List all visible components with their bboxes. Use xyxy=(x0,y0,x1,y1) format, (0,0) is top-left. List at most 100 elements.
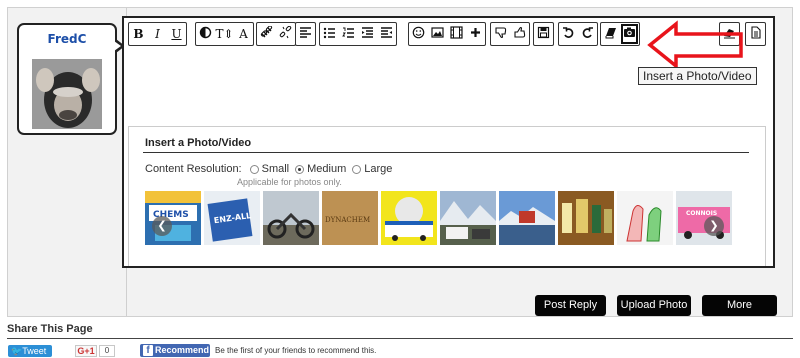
radio-dot[interactable] xyxy=(249,164,259,174)
avatar[interactable] xyxy=(32,59,102,129)
toolbar-group: BIU xyxy=(128,22,187,46)
post-reply-button[interactable]: Post Reply xyxy=(535,295,606,316)
indent-button[interactable] xyxy=(377,23,396,45)
upload-photo-button[interactable]: Upload Photo xyxy=(617,295,691,316)
insert-more-button[interactable] xyxy=(466,23,485,45)
thumb-pink-van[interactable]: CONNOIS xyxy=(676,191,732,245)
thumb-chemsource[interactable]: CHEMS xyxy=(145,191,201,245)
undo-icon xyxy=(562,26,575,42)
tweet-label: Tweet xyxy=(22,346,47,356)
resolution-note: Applicable for photos only. xyxy=(237,177,342,187)
insert-photo-tooltip: Insert a Photo/Video xyxy=(638,67,757,85)
redo-icon xyxy=(581,26,594,42)
google-plus-button[interactable]: G+1 xyxy=(75,345,97,357)
radio-label: Large xyxy=(364,163,393,175)
thumbs-down-button[interactable] xyxy=(491,23,510,45)
save-draft-button[interactable] xyxy=(534,23,553,45)
outdent-button[interactable] xyxy=(358,23,377,45)
insert-photo-pane: Insert a Photo/Video Content Resolution:… xyxy=(128,126,766,266)
photo-pane-title: Insert a Photo/Video xyxy=(145,137,252,149)
tweet-button[interactable]: 🐦Tweet xyxy=(8,345,52,357)
align-left-icon xyxy=(299,26,312,42)
photo-carousel: CHEMS ENZ-ALL DYNACHEM CONNOIS xyxy=(145,191,732,245)
camera-icon xyxy=(623,26,636,42)
unlink-button[interactable] xyxy=(276,23,295,45)
numbered-list-button[interactable] xyxy=(339,23,358,45)
thumb-motorcycle[interactable] xyxy=(263,191,319,245)
thumb-dynachem[interactable]: DYNACHEM xyxy=(322,191,378,245)
image-icon xyxy=(431,26,444,42)
share-title: Share This Page xyxy=(7,323,93,335)
resolution-medium-radio[interactable]: Medium xyxy=(295,163,346,175)
align-button[interactable] xyxy=(296,23,315,45)
resolution-large-radio[interactable]: Large xyxy=(352,163,392,175)
color-button[interactable] xyxy=(196,23,215,45)
toolbar-group xyxy=(533,22,554,46)
film-icon xyxy=(450,26,463,42)
resolution-row: Content Resolution: Small Medium Large xyxy=(145,163,398,175)
book-button[interactable] xyxy=(601,23,620,45)
radio-label: Medium xyxy=(307,163,347,175)
media-button[interactable] xyxy=(447,23,466,45)
smilie-button[interactable] xyxy=(409,23,428,45)
toolbar-group xyxy=(256,22,296,46)
toolbar-group xyxy=(558,22,598,46)
message-editor[interactable]: B I U T⇕ A Insert a Photo/Video Content Reso… xyxy=(122,16,775,268)
thumb-enz-all[interactable]: ENZ-ALL xyxy=(204,191,260,245)
toolbar-group xyxy=(600,22,640,46)
toolbar-group xyxy=(745,22,766,46)
undo-button[interactable] xyxy=(559,23,578,45)
image-button[interactable] xyxy=(428,23,447,45)
user-card: FredC xyxy=(17,23,125,135)
underline-button[interactable]: U xyxy=(167,23,186,45)
toolbar-group xyxy=(295,22,316,46)
thumb-cartoon[interactable] xyxy=(617,191,673,245)
share-divider xyxy=(7,338,793,339)
thumb-mountain-trucks[interactable] xyxy=(440,191,496,245)
resolution-small-radio[interactable]: Small xyxy=(249,163,290,175)
thumbs-up-button[interactable] xyxy=(510,23,529,45)
thumb-up-icon xyxy=(513,26,526,42)
book-icon xyxy=(604,26,617,42)
floppy-icon xyxy=(537,26,550,42)
carousel-next-button[interactable]: ❯ xyxy=(704,216,724,236)
document-button[interactable] xyxy=(746,23,765,45)
indent-icon xyxy=(380,26,393,42)
google-plus-count: 0 xyxy=(99,345,115,357)
plus-icon xyxy=(469,26,482,42)
ul-icon xyxy=(323,26,336,42)
facebook-recommend-text: Be the first of your friends to recommen… xyxy=(215,346,377,355)
bullet-list-button[interactable] xyxy=(320,23,339,45)
thumb-bottles[interactable] xyxy=(558,191,614,245)
font-size-button[interactable]: T⇕ xyxy=(215,23,234,45)
username[interactable]: FredC xyxy=(19,32,115,46)
link-button[interactable] xyxy=(257,23,276,45)
toolbar-group xyxy=(319,22,397,46)
italic-button[interactable]: I xyxy=(148,23,167,45)
bold-button[interactable]: B xyxy=(129,23,148,45)
unlink-icon xyxy=(279,25,292,42)
radio-dot[interactable] xyxy=(352,164,362,174)
facebook-recommend-label: Recommend xyxy=(155,345,210,355)
toolbar-group xyxy=(490,22,530,46)
ol-icon xyxy=(342,26,355,42)
radio-label: Small xyxy=(261,163,290,175)
smile-icon xyxy=(412,26,425,42)
half-circle-icon xyxy=(199,26,212,42)
facebook-icon: f xyxy=(143,345,153,356)
thumb-lake-mountains[interactable] xyxy=(499,191,555,245)
svg-text:DYNACHEM: DYNACHEM xyxy=(325,216,370,224)
thumb-down-icon xyxy=(494,26,507,42)
insert-photo-button[interactable] xyxy=(620,23,639,45)
redo-button[interactable] xyxy=(578,23,597,45)
font-button[interactable]: A xyxy=(234,23,253,45)
outdent-icon xyxy=(361,26,374,42)
facebook-recommend-button[interactable]: f Recommend xyxy=(140,344,210,357)
twitter-bird-icon: 🐦 xyxy=(11,346,23,356)
more-options-button[interactable]: More Options... xyxy=(702,295,777,332)
doc-icon xyxy=(749,26,762,42)
carousel-prev-button[interactable]: ❮ xyxy=(152,216,172,236)
toolbar-group: T⇕ A xyxy=(195,22,254,46)
thumb-van-sign[interactable] xyxy=(381,191,437,245)
radio-dot[interactable] xyxy=(295,164,305,174)
